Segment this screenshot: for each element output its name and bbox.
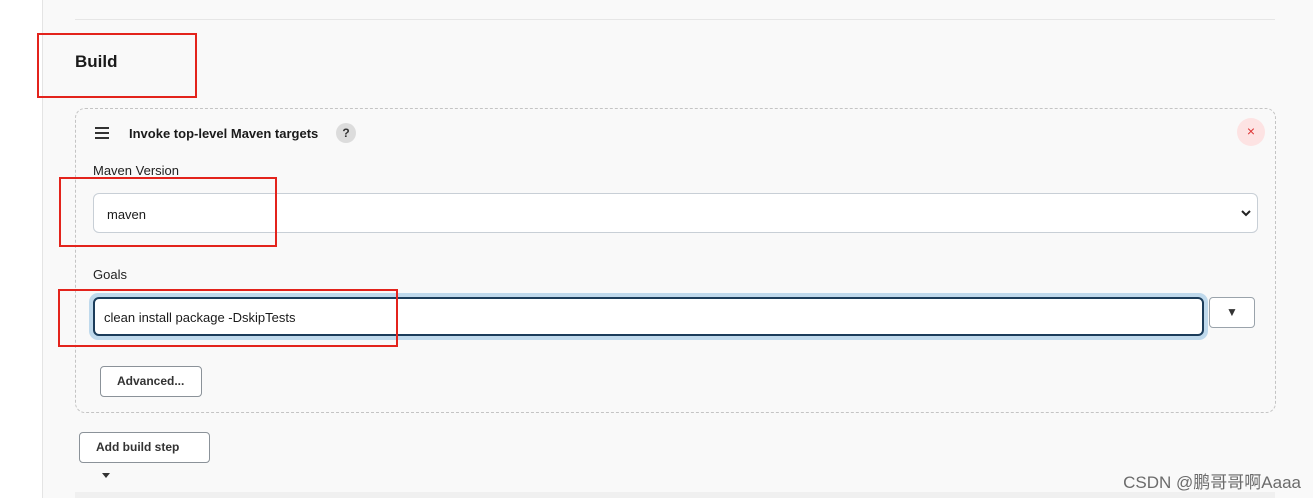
- expand-goals-button[interactable]: ▼: [1209, 297, 1255, 328]
- goals-label: Goals: [93, 267, 127, 282]
- section-divider: [75, 19, 1275, 20]
- maven-version-select[interactable]: maven: [93, 193, 1258, 233]
- goals-value: clean install package -DskipTests: [104, 310, 296, 325]
- delete-step-button[interactable]: ×: [1237, 118, 1265, 146]
- chevron-down-icon: [1241, 210, 1251, 217]
- build-step-title: Invoke top-level Maven targets: [129, 126, 319, 141]
- build-step-card: [75, 108, 1276, 413]
- maven-version-value: maven: [107, 207, 147, 222]
- section-title: Build: [75, 52, 118, 71]
- drag-handle-icon[interactable]: [95, 127, 109, 139]
- help-icon[interactable]: ?: [336, 123, 356, 143]
- goals-input[interactable]: clean install package -DskipTests: [93, 297, 1204, 336]
- add-build-step-label: Add build step: [96, 440, 180, 454]
- advanced-button-label: Advanced...: [117, 374, 185, 388]
- bottom-divider: [75, 492, 1275, 498]
- advanced-button[interactable]: Advanced...: [100, 366, 202, 397]
- add-build-step-button[interactable]: Add build step: [79, 432, 210, 478]
- maven-version-label: Maven Version: [93, 163, 179, 178]
- watermark: CSDN @鹏哥哥啊Aaaa: [1123, 473, 1301, 492]
- caret-down-icon: [102, 473, 110, 478]
